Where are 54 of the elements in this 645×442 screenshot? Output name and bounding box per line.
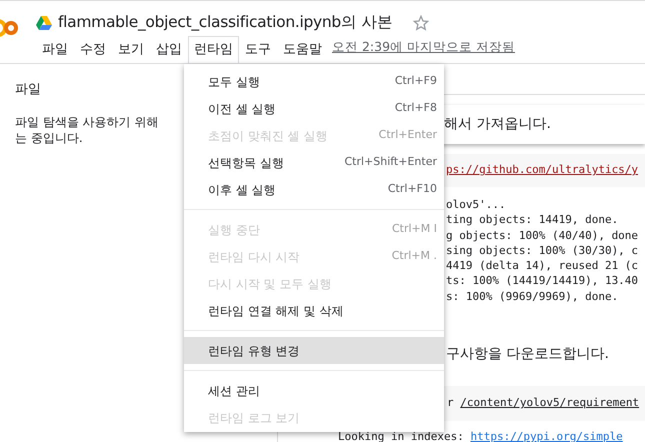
menu-tab[interactable]: 도구 [239, 36, 277, 63]
menu-item-label: 초점이 맞춰진 셀 실행 [208, 128, 328, 144]
code-text: r [447, 395, 455, 412]
menu-item[interactable]: 이전 셀 실행 Ctrl+F8 [184, 95, 444, 122]
menu-item-label: 런타임 로그 보기 [208, 410, 300, 426]
panel-title: 파일 [15, 81, 41, 99]
path-link[interactable]: /content/yolov5/requirement [460, 395, 640, 412]
shortcut-label: Ctrl+Shift+Enter [344, 154, 437, 170]
menu-item[interactable]: 선택항목 실행 Ctrl+Shift+Enter [184, 149, 444, 176]
menu-item[interactable]: 이후 셀 실행 Ctrl+F10 [184, 176, 444, 203]
shortcut-label: Ctrl+Enter [378, 127, 437, 144]
output-line: g objects: 100% (40/40), done [446, 228, 640, 243]
menu-item-label: 다시 시작 및 모두 실행 [208, 276, 332, 292]
logo-icon [0, 17, 18, 39]
output-line: ting objects: 14419, done. [446, 212, 620, 228]
shortcut-label: Ctrl+F9 [394, 73, 437, 90]
last-saved-link[interactable]: 오전 2:39에 마지막으로 저장됨 [332, 38, 515, 57]
shortcut-label: Ctrl+M I [392, 221, 437, 238]
menu-tab[interactable]: 보기 [112, 36, 150, 63]
menu-item-label: 실행 중단 [208, 222, 260, 238]
menu-tab[interactable]: 삽입 [150, 36, 188, 63]
output-line: 4419 (delta 14), reused 21 (c [446, 258, 640, 274]
menu-tab[interactable]: 파일 [36, 36, 74, 63]
output-line: s: 100% (9969/9969), done. [446, 288, 620, 304]
shortcut-label: Ctrl+F8 [394, 100, 437, 116]
text-cell-text: 해서 가져옵니다. [444, 115, 551, 134]
code-link[interactable]: ps://github.com/ultralytics/y [446, 162, 638, 179]
menu-item-label: 런타임 유형 변경 [208, 342, 300, 360]
menu-tab[interactable]: 런타임 [188, 36, 239, 63]
menu-item-label: 런타임 연결 해제 및 삭제 [208, 302, 344, 320]
shortcut-label: Ctrl+F10 [388, 181, 437, 198]
index-link[interactable]: https://pypi.org/simple [470, 430, 623, 442]
menu-item[interactable]: 런타임 연결 해제 및 삭제 [184, 297, 444, 324]
shortcut-label: Ctrl+M . [392, 248, 437, 264]
menu-tab[interactable]: 도움말 [277, 36, 328, 63]
menu-tab[interactable]: 수정 [74, 36, 112, 63]
output-line: ts: 100% (14419/14419), 13.40 [446, 273, 640, 289]
drive-icon [36, 16, 52, 30]
menu-item-label: 이전 셀 실행 [208, 100, 276, 118]
output-line: Looking in indexes: [338, 430, 465, 442]
menu-item-label: 이후 셀 실행 [208, 182, 276, 198]
menu-item-label: 모두 실행 [208, 74, 260, 90]
star-icon[interactable] [412, 14, 429, 30]
menu-item-label: 선택항목 실행 [208, 154, 284, 172]
menu-item[interactable]: 모두 실행 Ctrl+F9 [184, 68, 444, 95]
panel-message: 파일 탐색을 사용하기 위해 는 중입니다. [15, 114, 158, 146]
menu-item-label: 런타임 다시 시작 [208, 248, 300, 266]
menu-item[interactable]: 런타임 유형 변경 [184, 337, 444, 364]
menu-item-label: 세션 관리 [208, 382, 260, 400]
notebook-title[interactable]: flammable_object_classification.ipynb의 사본 [58, 10, 393, 34]
text-cell: 구사항을 다운로드합니다. [446, 346, 609, 362]
menu-item[interactable]: 세션 관리 [184, 377, 444, 404]
output-line: sing objects: 100% (30/30), c [446, 242, 640, 258]
output-line: olov5'... [446, 196, 507, 212]
